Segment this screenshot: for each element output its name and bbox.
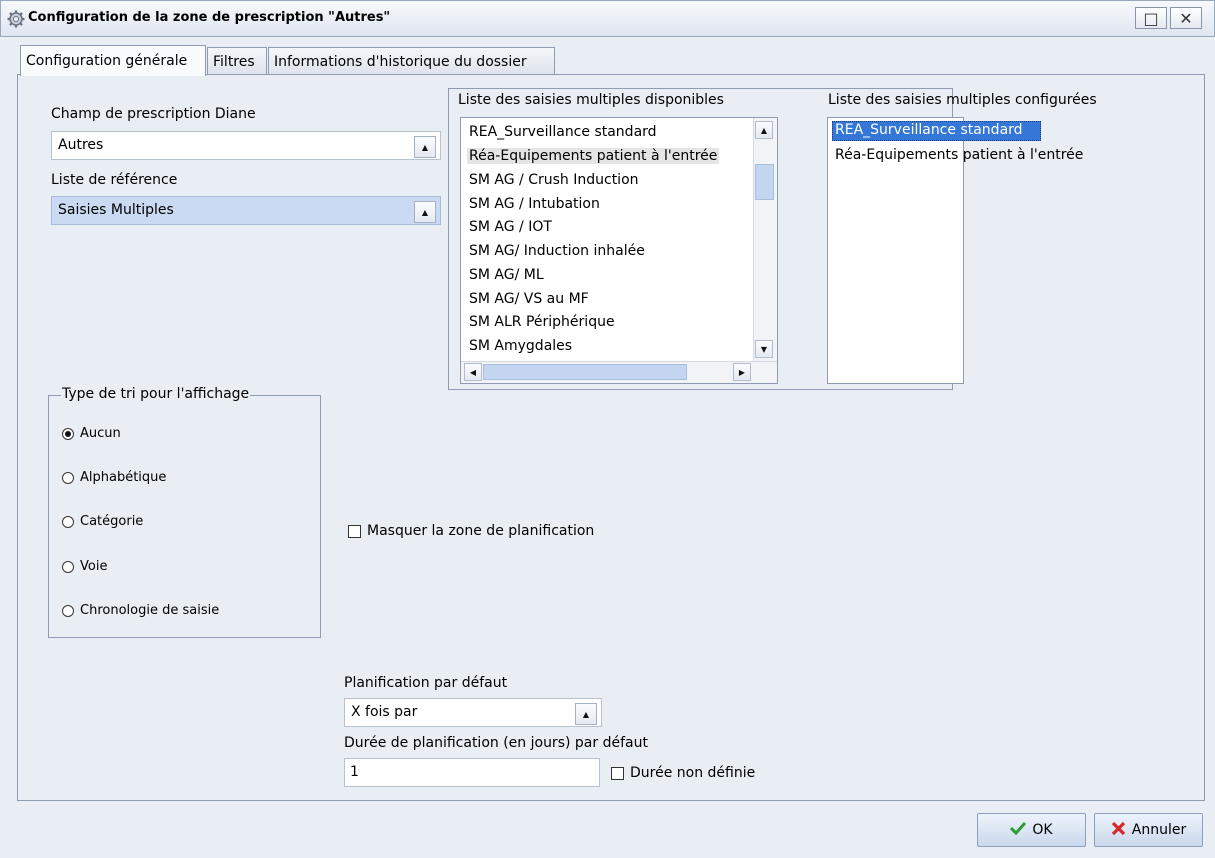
radio-button-icon[interactable] — [62, 560, 74, 573]
radio-chronologie[interactable]: Chronologie de saisie — [62, 603, 219, 618]
radio-button-icon[interactable] — [62, 471, 74, 484]
tri-group: Type de tri pour l'affichage Aucun Alpha… — [48, 386, 321, 638]
scroll-left-icon[interactable]: ◀ — [464, 363, 482, 381]
annuler-label: Annuler — [1131, 822, 1187, 838]
maximize-icon: □ — [1143, 8, 1159, 28]
radio-button-icon[interactable] — [62, 427, 74, 440]
close-button[interactable]: ✕ — [1170, 7, 1202, 29]
list-item[interactable]: SM AG / Intubation — [469, 196, 600, 212]
list-item[interactable]: SM Amygdales — [469, 338, 572, 354]
dropdown-arrow-icon[interactable]: ▲ — [414, 201, 436, 223]
gear-icon — [6, 9, 26, 29]
radio-label: Voie — [80, 559, 108, 574]
vertical-scrollbar[interactable] — [753, 118, 777, 361]
tab-label: Informations d'historique du dossier — [274, 53, 527, 70]
duree-non-definie-label: Durée non définie — [630, 765, 756, 781]
liste-reference-value: Saisies Multiples — [58, 202, 174, 218]
ok-button[interactable]: OK — [977, 813, 1086, 847]
list-item[interactable]: Réa-Equipements patient à l'entrée — [835, 147, 1083, 163]
checkbox-icon[interactable] — [348, 524, 361, 538]
disponibles-list[interactable]: REA_Surveillance standard Réa-Equipement… — [460, 117, 778, 384]
dropdown-arrow-icon[interactable]: ▲ — [575, 703, 597, 725]
scroll-down-icon[interactable]: ▼ — [755, 340, 773, 358]
close-icon: ✕ — [1179, 8, 1193, 28]
tab-configuration-generale[interactable]: Configuration générale — [20, 45, 206, 76]
radio-alphabetique[interactable]: Alphabétique — [62, 470, 166, 485]
radio-button-icon[interactable] — [62, 515, 74, 528]
scroll-thumb[interactable] — [755, 164, 774, 200]
dropdown-arrow-icon[interactable]: ▲ — [414, 136, 436, 158]
planification-select[interactable]: X fois par ▲ — [344, 698, 602, 727]
tab-label: Filtres — [213, 53, 255, 70]
annuler-button[interactable]: Annuler — [1094, 813, 1203, 847]
cancel-x-icon — [1111, 821, 1126, 840]
list-item[interactable]: SM AG/ Induction inhalée — [469, 243, 645, 259]
masquer-checkbox-row[interactable]: Masquer la zone de planification — [348, 523, 594, 539]
duree-input[interactable]: 1 — [344, 758, 600, 787]
champ-label: Champ de prescription Diane — [51, 106, 256, 122]
list-item[interactable]: REA_Surveillance standard — [835, 122, 1023, 138]
window-title: Configuration de la zone de prescription… — [28, 10, 391, 25]
list-item[interactable]: REA_Surveillance standard — [469, 124, 657, 140]
scroll-thumb[interactable] — [483, 364, 687, 380]
radio-voie[interactable]: Voie — [62, 559, 107, 574]
checkbox-icon[interactable] — [611, 766, 624, 780]
scroll-right-icon[interactable]: ▶ — [733, 363, 751, 381]
duree-value: 1 — [350, 764, 359, 780]
tab-label: Configuration générale — [26, 53, 188, 69]
tab-filtres[interactable]: Filtres — [207, 47, 267, 75]
list-item[interactable]: SM AG / Crush Induction — [469, 172, 639, 188]
planification-value: X fois par — [351, 704, 418, 720]
maximize-button[interactable]: □ — [1135, 7, 1167, 29]
list-item[interactable]: Réa-Equipements patient à l'entrée — [467, 148, 720, 164]
radio-button-icon[interactable] — [62, 604, 74, 617]
duree-label: Durée de planification (en jours) par dé… — [344, 735, 648, 751]
masquer-label: Masquer la zone de planification — [367, 523, 595, 539]
duree-non-definie-row[interactable]: Durée non définie — [611, 765, 755, 781]
champ-value: Autres — [58, 137, 104, 153]
list-item[interactable]: SM AG/ ML — [469, 267, 544, 283]
liste-reference-label: Liste de référence — [51, 172, 178, 188]
radio-label: Chronologie de saisie — [80, 603, 220, 618]
planification-label: Planification par défaut — [344, 675, 508, 691]
champ-select[interactable]: Autres ▲ — [51, 131, 441, 160]
scroll-up-icon[interactable]: ▲ — [755, 121, 773, 139]
radio-label: Aucun — [80, 426, 121, 441]
radio-categorie[interactable]: Catégorie — [62, 514, 143, 529]
ok-label: OK — [1032, 822, 1053, 838]
configurees-title: Liste des saisies multiples configurées — [828, 92, 1097, 108]
tab-informations-historique[interactable]: Informations d'historique du dossier — [268, 47, 555, 75]
radio-label: Alphabétique — [80, 470, 167, 485]
radio-label: Catégorie — [80, 514, 144, 529]
tri-legend: Type de tri pour l'affichage — [61, 386, 251, 402]
list-item[interactable]: SM AG / IOT — [469, 219, 552, 235]
disponibles-title: Liste des saisies multiples disponibles — [458, 92, 724, 108]
list-item[interactable]: SM AG/ VS au MF — [469, 291, 589, 307]
liste-reference-select[interactable]: Saisies Multiples ▲ — [51, 196, 441, 225]
check-icon — [1010, 821, 1027, 839]
list-item[interactable]: SM ALR Périphérique — [469, 314, 615, 330]
radio-aucun[interactable]: Aucun — [62, 426, 121, 441]
